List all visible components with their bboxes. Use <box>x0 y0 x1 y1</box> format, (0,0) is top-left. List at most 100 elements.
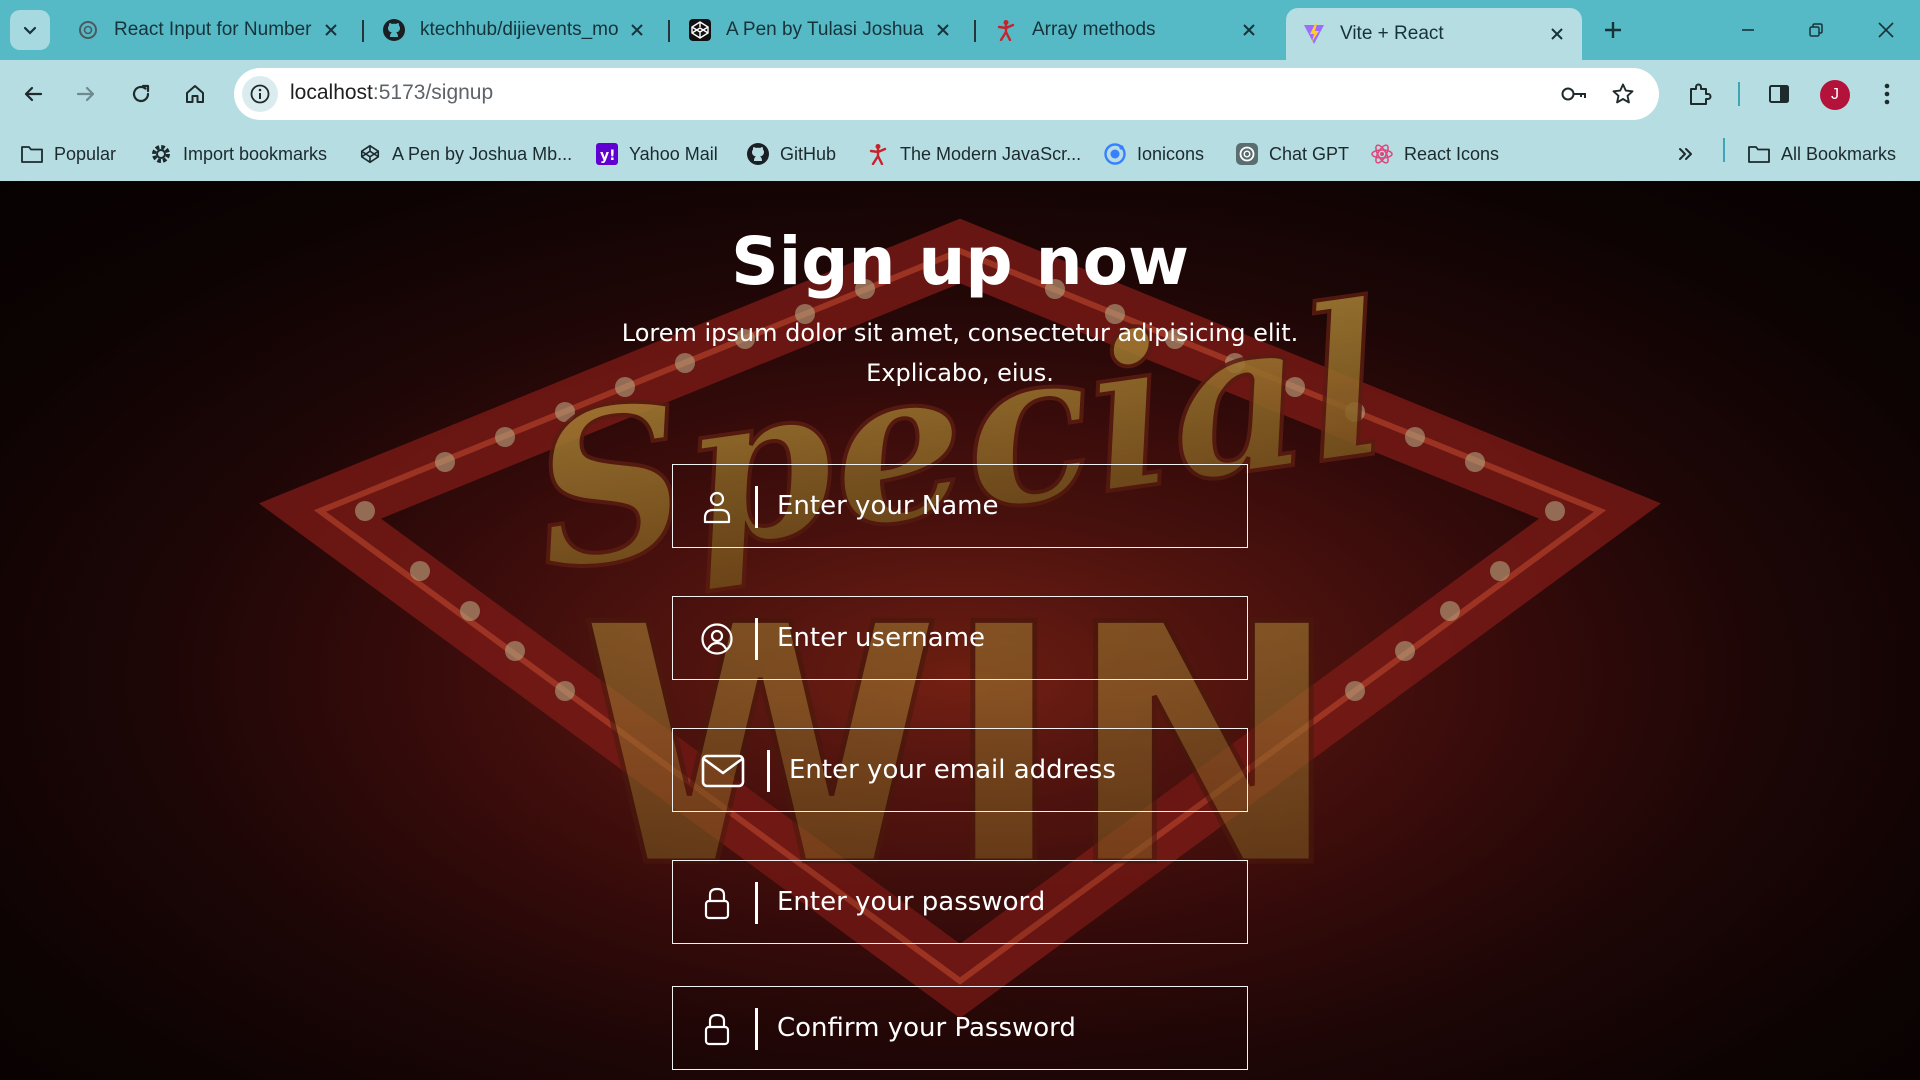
confirm-password-field[interactable] <box>672 986 1248 1070</box>
page-subtitle-line: Lorem ipsum dolor sit amet, consectetur … <box>621 319 1299 347</box>
key-icon <box>1561 87 1586 101</box>
kebab-menu-icon <box>1884 83 1890 105</box>
js-figure-icon <box>994 18 1018 42</box>
back-button[interactable] <box>13 74 53 114</box>
bookmark-codepen[interactable]: A Pen by Joshua Mb... <box>358 138 572 170</box>
bookmark-label: Yahoo Mail <box>629 143 718 164</box>
url-host: localhost <box>290 81 373 104</box>
tab-vite-react[interactable]: Vite + React <box>1286 8 1582 60</box>
close-icon[interactable] <box>1238 19 1260 41</box>
bookmark-label: Ionicons <box>1137 143 1205 164</box>
close-icon[interactable] <box>320 19 342 41</box>
tab-title: A Pen by Tulasi Joshua M <box>726 19 924 40</box>
password-field[interactable] <box>672 860 1248 944</box>
bookmark-label: All Bookmarks <box>1781 143 1897 164</box>
url-text[interactable]: localhost:5173/signup <box>290 81 493 105</box>
tab-divider <box>668 20 670 42</box>
side-panel-button[interactable] <box>1759 74 1799 114</box>
name-field[interactable] <box>672 464 1248 548</box>
react-icon <box>1370 142 1394 166</box>
tab-title: Array methods <box>1032 19 1156 40</box>
bookmark-popular[interactable]: Popular <box>20 138 116 170</box>
password-input[interactable] <box>777 861 1235 943</box>
site-info-button[interactable] <box>242 76 278 112</box>
username-input[interactable] <box>777 597 1235 679</box>
tab-divider <box>974 20 976 42</box>
codepen-icon <box>358 142 382 166</box>
bookmark-react-icons[interactable]: React Icons <box>1370 138 1499 170</box>
chevron-down-icon <box>23 26 37 35</box>
arrow-right-icon <box>76 86 95 102</box>
bookmark-label: GitHub <box>780 143 837 164</box>
yahoo-icon: y! <box>595 142 619 166</box>
bookmark-star-button[interactable] <box>1607 78 1639 110</box>
address-bar[interactable]: localhost:5173/signup <box>234 68 1659 120</box>
minimize-icon <box>1742 29 1754 31</box>
tab-search-button[interactable] <box>10 10 50 50</box>
close-window-button[interactable] <box>1864 12 1908 48</box>
close-icon[interactable] <box>1546 23 1568 45</box>
tab-title: Vite + React <box>1340 23 1444 44</box>
avatar[interactable]: J <box>1820 80 1850 110</box>
star-icon <box>1612 83 1634 104</box>
codepen-icon <box>688 18 712 42</box>
gear-icon <box>149 142 173 166</box>
bookmark-label: The Modern JavaScr... <box>900 143 1082 164</box>
bookmark-modern-js[interactable]: The Modern JavaScr... <box>866 138 1081 170</box>
new-tab-button[interactable] <box>1598 15 1628 45</box>
side-panel-icon <box>1769 85 1789 103</box>
tab-react-input[interactable]: React Input for Number <box>60 8 356 52</box>
bookmark-label: Popular <box>54 143 117 164</box>
username-field[interactable] <box>672 596 1248 680</box>
bookmark-github[interactable]: GitHub <box>746 138 836 170</box>
user-icon <box>697 487 737 527</box>
lock-icon <box>697 1009 737 1049</box>
tab-divider <box>362 20 364 42</box>
chatgpt-icon <box>1235 142 1259 166</box>
close-icon <box>1878 22 1894 38</box>
ionicons-icon <box>1103 142 1127 166</box>
arrow-left-icon <box>24 86 43 102</box>
bookmark-yahoo[interactable]: y! Yahoo Mail <box>595 138 718 170</box>
tab-codepen[interactable]: A Pen by Tulasi Joshua M <box>672 8 968 52</box>
reload-button[interactable] <box>121 74 161 114</box>
menu-button[interactable] <box>1867 74 1907 114</box>
bookmark-label: Import bookmarks <box>183 143 328 164</box>
email-field[interactable] <box>672 728 1248 812</box>
minimize-button[interactable] <box>1726 12 1770 48</box>
tab-github[interactable]: ktechhub/dijievents_mob <box>366 8 662 52</box>
all-bookmarks-button[interactable]: All Bookmarks <box>1747 138 1896 170</box>
lock-icon <box>697 883 737 923</box>
restore-icon <box>1809 23 1823 37</box>
bookmark-label: A Pen by Joshua Mb... <box>392 143 573 164</box>
restore-button[interactable] <box>1794 12 1838 48</box>
chatgpt-icon <box>76 18 100 42</box>
close-icon[interactable] <box>626 19 648 41</box>
url-path: :5173/signup <box>372 81 494 104</box>
bookmark-import[interactable]: Import bookmarks <box>149 138 327 170</box>
reload-icon <box>132 84 150 103</box>
name-input[interactable] <box>777 465 1235 547</box>
field-divider <box>767 750 770 792</box>
home-button[interactable] <box>175 74 215 114</box>
confirm-password-input[interactable] <box>777 987 1235 1069</box>
email-input[interactable] <box>789 729 1235 811</box>
bookmark-chatgpt[interactable]: Chat GPT <box>1235 138 1349 170</box>
bookmarks-overflow-button[interactable] <box>1676 138 1696 170</box>
puzzle-icon <box>1690 83 1712 105</box>
extensions-button[interactable] <box>1679 74 1719 114</box>
field-divider <box>755 882 758 924</box>
bookmark-label: React Icons <box>1404 143 1500 164</box>
js-figure-icon <box>866 142 890 166</box>
page-subtitle-line: Explicabo, eius. <box>866 359 1054 387</box>
tab-title: React Input for Number <box>114 19 312 40</box>
tab-array-methods[interactable]: Array methods <box>978 8 1274 52</box>
field-divider <box>755 618 758 660</box>
forward-button[interactable] <box>66 74 106 114</box>
page-subtitle: Lorem ipsum dolor sit amet, consectetur … <box>560 313 1360 393</box>
bookmark-ionicons[interactable]: Ionicons <box>1103 138 1204 170</box>
password-key-button[interactable] <box>1558 78 1590 110</box>
plus-icon <box>1605 22 1621 38</box>
close-icon[interactable] <box>932 19 954 41</box>
tab-title: ktechhub/dijievents_mob <box>420 19 618 40</box>
